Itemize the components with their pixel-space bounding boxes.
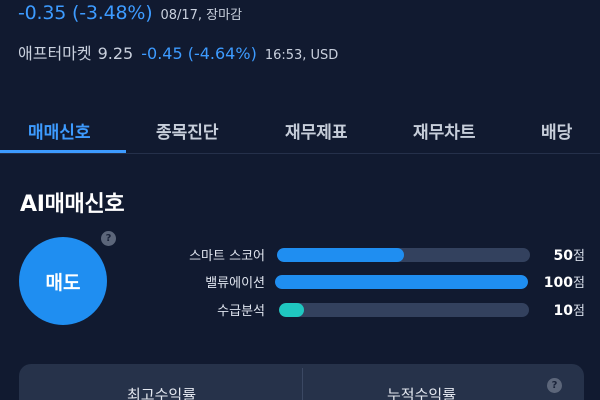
after-market-change: -0.45 (-4.64%) — [141, 44, 257, 63]
tab-financial-statements[interactable]: 재무제표 — [285, 118, 348, 143]
after-market-label: 애프터마켓 — [18, 44, 92, 63]
metric-bar-fill — [277, 248, 404, 262]
tab-dividend[interactable]: 배당 — [541, 118, 572, 143]
metric-bar-track — [279, 303, 529, 317]
returns-card[interactable]: 최고수익률 누적수익률 — [19, 364, 584, 400]
after-market-price: 9.25 — [97, 44, 134, 63]
after-market-line: 애프터마켓 9.25 -0.45 (-4.64%) 16:53, USD — [18, 40, 338, 64]
cumulative-return-label: 누적수익률 — [387, 386, 457, 400]
metric-label: 밸류에이션 — [205, 276, 265, 291]
price-change: -0.35 (-3.48%) — [18, 2, 153, 24]
tab-trading-signal[interactable]: 매매신호 — [28, 118, 91, 143]
metric-value: 100점 — [543, 275, 585, 291]
metric-value: 10점 — [553, 303, 585, 319]
metric-row-smart-score: 스마트 스코어 50점 — [0, 243, 600, 267]
help-icon[interactable]: ? — [547, 378, 562, 393]
metric-row-supply-demand: 수급분석 10점 — [0, 298, 600, 322]
tab-stock-diagnosis[interactable]: 종목진단 — [156, 118, 219, 143]
metric-bar-track — [277, 248, 530, 262]
metric-value: 50점 — [553, 248, 585, 264]
active-tab-indicator — [0, 150, 126, 153]
quote-line: -0.35 (-3.48%) 08/17, 장마감 — [18, 2, 242, 24]
metric-row-valuation: 밸류에이션 100점 — [0, 270, 600, 294]
section-title: AI매매신호 — [20, 192, 125, 217]
after-market-time: 16:53, USD — [264, 48, 339, 63]
tab-bar: 매매신호 종목진단 재무제표 재무차트 배당 — [0, 112, 600, 154]
metric-bar-fill — [279, 303, 304, 317]
metric-bar-track — [275, 275, 528, 289]
quote-date-status: 08/17, 장마감 — [160, 8, 243, 23]
metric-label: 스마트 스코어 — [189, 249, 265, 264]
max-return-label: 최고수익률 — [127, 386, 197, 400]
metric-label: 수급분석 — [217, 304, 265, 319]
tab-financial-chart[interactable]: 재무차트 — [413, 118, 476, 143]
card-divider — [302, 368, 303, 400]
metric-bar-fill — [275, 275, 528, 289]
